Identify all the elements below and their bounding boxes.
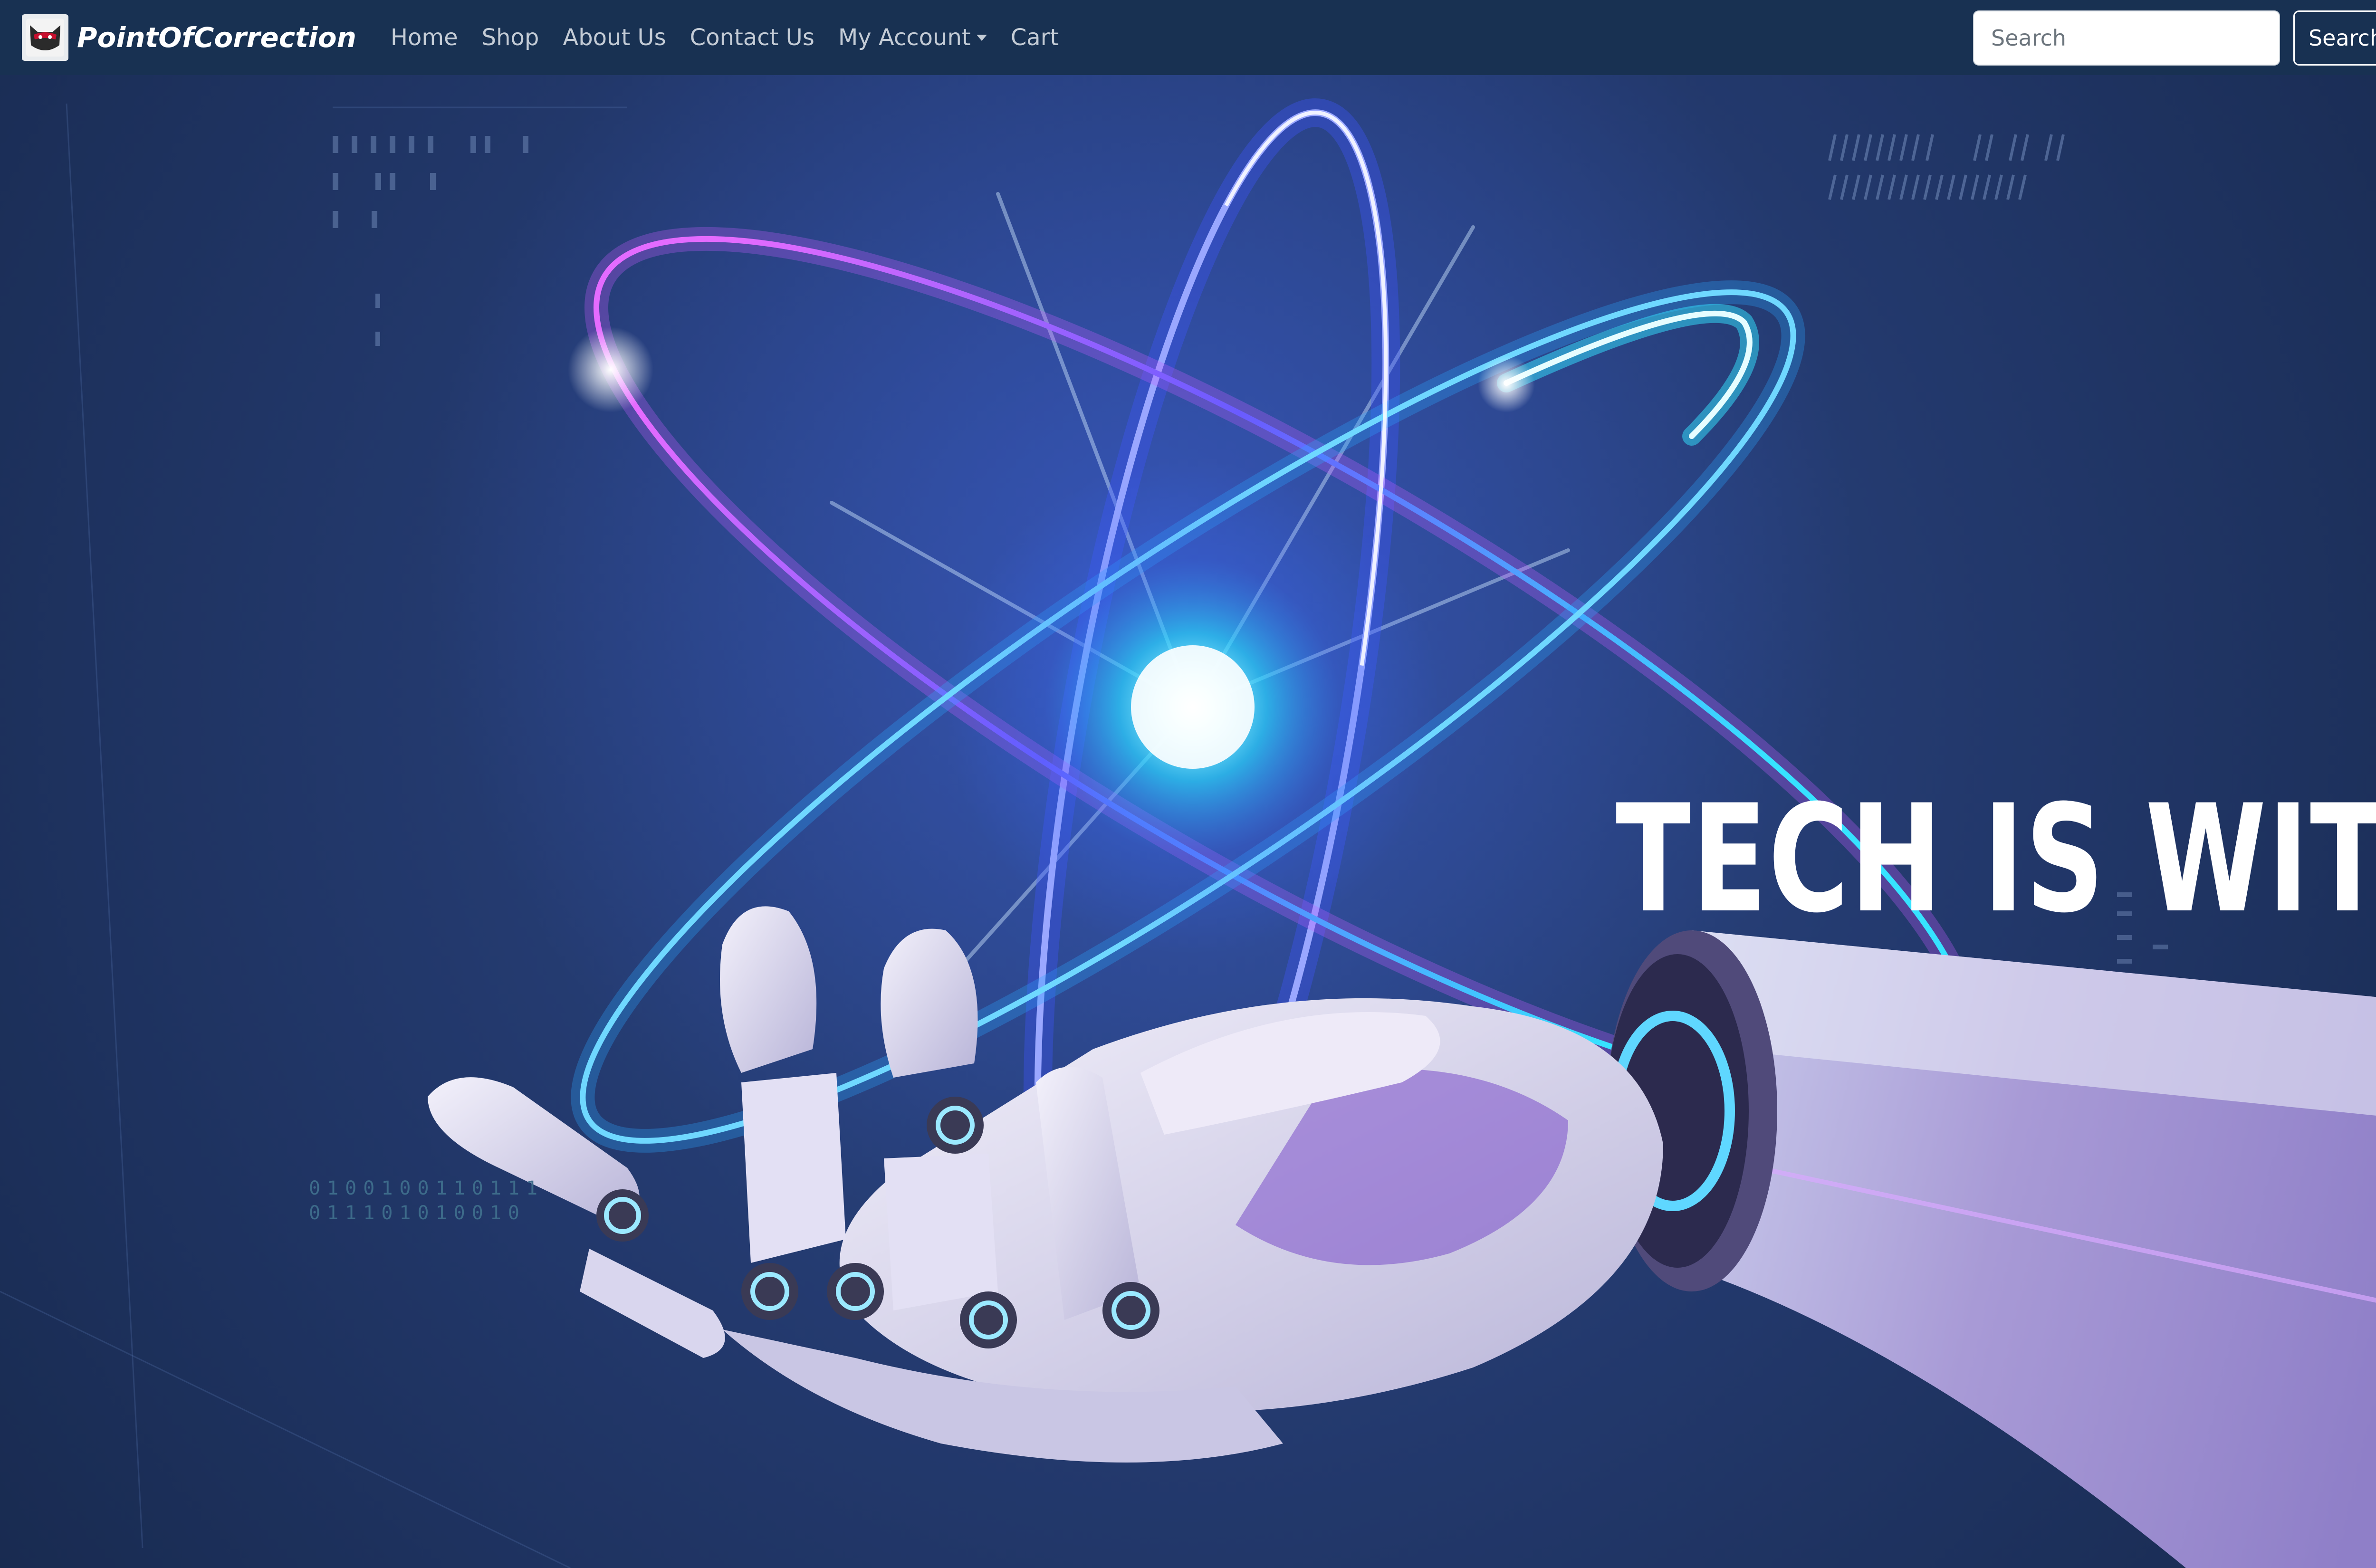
ninja-mask-icon xyxy=(22,14,68,61)
hero-tagline: TECH IS WITHIN xyxy=(1616,773,2376,946)
nav-my-account-label: My Account xyxy=(838,24,971,51)
caret-down-icon xyxy=(976,34,987,41)
sparkle-right xyxy=(1478,355,1535,412)
sparkle-left xyxy=(568,327,653,412)
brand-name: PointOfCorrection xyxy=(77,21,356,54)
nav-shop[interactable]: Shop xyxy=(482,24,539,51)
search-input[interactable] xyxy=(1973,10,2280,66)
nav-about-us[interactable]: About Us xyxy=(563,24,666,51)
search-form: Search xyxy=(1973,10,2376,67)
search-button[interactable]: Search xyxy=(2293,10,2376,66)
atom-core xyxy=(1131,645,1255,769)
binary-text-line-1: 0100100110111 xyxy=(309,1177,545,1199)
nav-home[interactable]: Home xyxy=(391,24,458,51)
hero-banner: 0100100110111 011101010010 TECH IS WITHI… xyxy=(0,75,2376,1568)
nav-links: Home Shop About Us Contact Us My Account… xyxy=(391,24,1083,51)
nav-contact-us[interactable]: Contact Us xyxy=(690,24,814,51)
brand[interactable]: PointOfCorrection xyxy=(22,14,356,61)
nav-my-account-dropdown[interactable]: My Account xyxy=(838,24,987,51)
binary-text-line-2: 011101010010 xyxy=(309,1202,526,1224)
navbar: PointOfCorrection Home Shop About Us Con… xyxy=(0,0,2376,75)
page: PointOfCorrection Home Shop About Us Con… xyxy=(0,0,2376,1568)
nav-cart[interactable]: Cart xyxy=(1011,24,1059,51)
